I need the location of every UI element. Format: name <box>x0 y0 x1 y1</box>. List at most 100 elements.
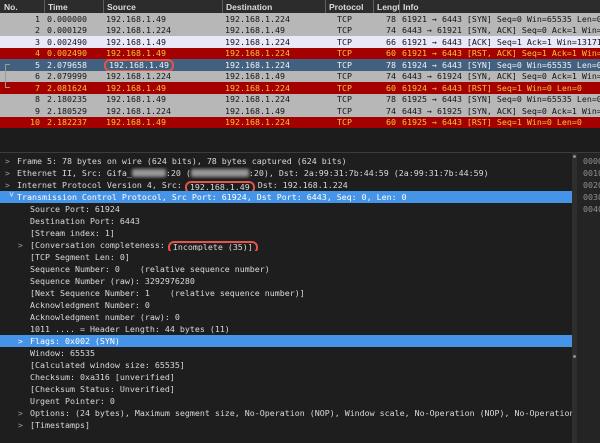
detail-line[interactable]: Sequence Number (raw): 3292976280 <box>0 275 572 287</box>
packet-row-1[interactable]: 10.000000192.168.1.49192.168.1.224TCP786… <box>0 13 600 25</box>
arrow-spacer <box>18 348 30 359</box>
detail-line[interactable]: >Frame 5: 78 bytes on wire (624 bits), 7… <box>0 155 572 167</box>
cell-dst: 192.168.1.224 <box>222 94 325 104</box>
cell-len: 78 <box>373 94 399 104</box>
detail-text: Transmission Control Protocol, Src Port:… <box>17 192 407 202</box>
detail-text: Options: (24 bytes), Maximum segment siz… <box>30 408 572 418</box>
cell-len: 78 <box>373 14 399 24</box>
detail-line[interactable]: >Options: (24 bytes), Maximum segment si… <box>0 407 572 419</box>
cell-len: 60 <box>373 48 399 58</box>
detail-line[interactable]: >[Timestamps] <box>0 419 572 431</box>
packet-row-7[interactable]: 72.081624192.168.1.49192.168.1.224TCP606… <box>0 82 600 94</box>
detail-line[interactable]: Urgent Pointer: 0 <box>0 395 572 407</box>
detail-line[interactable]: >Flags: 0x002 (SYN) <box>0 335 572 347</box>
detail-line[interactable]: [Calculated window size: 65535] <box>0 359 572 371</box>
cell-info: 61925 → 6443 [SYN] Seq=0 Win=65535 Len=0 <box>399 94 600 104</box>
detail-line[interactable]: Acknowledgment number (raw): 0 <box>0 311 572 323</box>
cell-proto: TCP <box>325 71 373 81</box>
detail-line[interactable]: Acknowledgment Number: 0 <box>0 299 572 311</box>
cell-no: 1 <box>0 14 44 24</box>
detail-line[interactable]: Sequence Number: 0 (relative sequence nu… <box>0 263 572 275</box>
detail-line[interactable]: [TCP Segment Len: 0] <box>0 251 572 263</box>
detail-text: Checksum: 0xa316 [unverified] <box>30 372 175 382</box>
detail-line[interactable]: >Transmission Control Protocol, Src Port… <box>0 191 572 203</box>
packet-row-4[interactable]: 40.002490192.168.1.49192.168.1.224TCP606… <box>0 48 600 60</box>
detail-line[interactable]: Source Port: 61924 <box>0 203 572 215</box>
hex-dump-pane[interactable]: 00000010002000300040 <box>577 152 600 443</box>
detail-line[interactable]: Window: 65535 <box>0 347 572 359</box>
collapse-arrow-icon[interactable]: > <box>5 192 17 203</box>
column-header-info[interactable]: Info <box>399 0 600 13</box>
cell-dst: 192.168.1.224 <box>222 48 325 58</box>
column-header-no[interactable]: No. <box>0 0 44 13</box>
cell-dst: 192.168.1.224 <box>222 60 325 70</box>
arrow-spacer <box>18 252 30 263</box>
column-header-time[interactable]: Time <box>44 0 103 13</box>
hex-offset: 0000 <box>583 155 600 167</box>
detail-line[interactable]: >Internet Protocol Version 4, Src: 192.1… <box>0 179 572 191</box>
cell-len: 60 <box>373 83 399 93</box>
arrow-spacer <box>18 228 30 239</box>
detail-text: [Next Sequence Number: 1 (relative seque… <box>30 288 305 298</box>
cell-src: 192.168.1.49 <box>103 59 222 71</box>
arrow-spacer <box>18 372 30 383</box>
detail-text: Internet Protocol Version 4, Src: <box>17 180 187 190</box>
packet-row-2[interactable]: 20.000129192.168.1.224192.168.1.49TCP746… <box>0 25 600 37</box>
detail-line[interactable]: >Ethernet II, Src: Gifa_:20 (:20), Dst: … <box>0 167 572 179</box>
cell-dst: 192.168.1.49 <box>222 25 325 35</box>
cell-no: 3 <box>0 37 44 47</box>
hex-offset: 0030 <box>583 191 600 203</box>
detail-text: 1011 .... = Header Length: 44 bytes (11) <box>30 324 230 334</box>
cell-proto: TCP <box>325 37 373 47</box>
detail-line[interactable]: [Stream index: 1] <box>0 227 572 239</box>
cell-src: 192.168.1.224 <box>103 71 222 81</box>
packet-row-3[interactable]: 30.002490192.168.1.49192.168.1.224TCP666… <box>0 36 600 48</box>
packet-list-header: No.TimeSourceDestinationProtocolLengthIn… <box>0 0 600 13</box>
column-header-src[interactable]: Source <box>103 0 222 13</box>
cell-info: 6443 → 61924 [SYN, ACK] Seq=0 Ack=1 Win=… <box>399 71 600 81</box>
annotation-circle: Incomplete (35)] <box>168 241 258 251</box>
expand-arrow-icon[interactable]: > <box>18 420 30 431</box>
detail-text: [Calculated window size: 65535] <box>30 360 185 370</box>
cell-no: 9 <box>0 106 44 116</box>
column-header-proto[interactable]: Protocol <box>325 0 373 13</box>
packet-row-8[interactable]: 82.180235192.168.1.49192.168.1.224TCP786… <box>0 94 600 106</box>
cell-info: 61924 → 6443 [SYN] Seq=0 Win=65535 Len=0 <box>399 60 600 70</box>
cell-src: 192.168.1.49 <box>103 14 222 24</box>
packet-row-5[interactable]: 52.079658192.168.1.49192.168.1.224TCP786… <box>0 59 600 71</box>
expand-arrow-icon[interactable]: > <box>5 180 17 191</box>
cell-time: 2.180235 <box>44 94 103 104</box>
cell-info: 61921 → 6443 [ACK] Seq=1 Ack=1 Win=13171… <box>399 37 600 47</box>
detail-text: Flags: 0x002 (SYN) <box>30 336 120 346</box>
arrow-spacer <box>18 300 30 311</box>
packet-row-6[interactable]: 62.079999192.168.1.224192.168.1.49TCP746… <box>0 71 600 83</box>
cell-proto: TCP <box>325 14 373 24</box>
cell-time: 0.002490 <box>44 48 103 58</box>
packet-row-9[interactable]: 92.180529192.168.1.224192.168.1.49TCP746… <box>0 105 600 117</box>
cell-dst: 192.168.1.224 <box>222 14 325 24</box>
expand-arrow-icon[interactable]: > <box>5 156 17 167</box>
hex-offset: 0040 <box>583 203 600 215</box>
detail-line[interactable]: Checksum: 0xa316 [unverified] <box>0 371 572 383</box>
expand-arrow-icon[interactable]: > <box>5 168 17 179</box>
cell-len: 74 <box>373 71 399 81</box>
detail-line[interactable]: [Next Sequence Number: 1 (relative seque… <box>0 287 572 299</box>
cell-proto: TCP <box>325 117 373 127</box>
detail-line[interactable]: >[Conversation completeness: Incomplete … <box>0 239 572 251</box>
column-header-len[interactable]: Length <box>373 0 399 13</box>
cell-no: 2 <box>0 25 44 35</box>
cell-dst: 192.168.1.49 <box>222 71 325 81</box>
packet-row-10[interactable]: 102.182237192.168.1.49192.168.1.224TCP60… <box>0 117 600 129</box>
arrow-spacer <box>18 384 30 395</box>
expand-arrow-icon[interactable]: > <box>18 336 30 347</box>
expand-arrow-icon[interactable]: > <box>18 408 30 419</box>
cell-time: 2.079658 <box>44 60 103 70</box>
detail-text: Sequence Number (raw): 3292976280 <box>30 276 195 286</box>
detail-line[interactable]: Destination Port: 6443 <box>0 215 572 227</box>
detail-line[interactable]: [Checksum Status: Unverified] <box>0 383 572 395</box>
column-header-dst[interactable]: Destination <box>222 0 325 13</box>
expand-arrow-icon[interactable]: > <box>18 240 30 251</box>
splitter-handle-icon[interactable] <box>573 155 576 158</box>
detail-line[interactable]: 1011 .... = Header Length: 44 bytes (11) <box>0 323 572 335</box>
splitter-handle-icon[interactable] <box>573 355 576 358</box>
